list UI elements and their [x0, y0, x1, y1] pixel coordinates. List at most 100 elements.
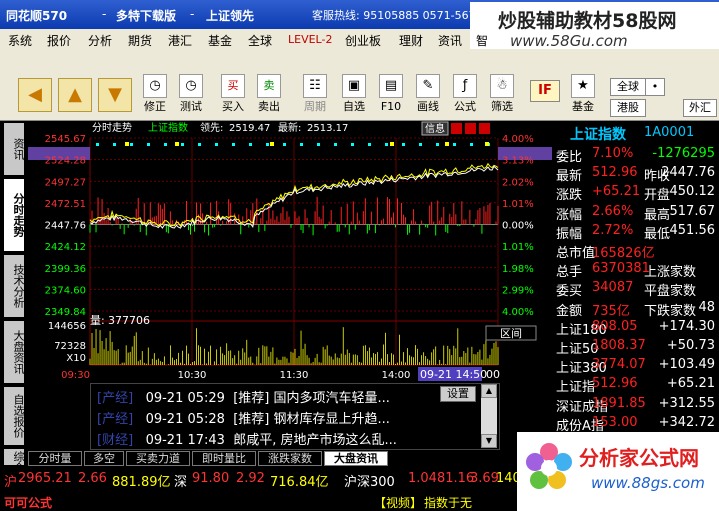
- quote-row: 金额 735亿 下跌家数 48: [552, 299, 719, 319]
- restore-icon[interactable]: [479, 123, 490, 134]
- test-button[interactable]: ◷ 测试: [174, 74, 208, 114]
- ticker-sh: 沪: [4, 475, 18, 490]
- ticker-sz-amt: 716.84亿: [270, 475, 329, 490]
- volume-value: 377706: [108, 314, 150, 327]
- menu-global[interactable]: 全球: [248, 32, 272, 49]
- quote-key2: 上涨家数: [644, 265, 697, 281]
- back-arrow-icon[interactable]: ◀: [18, 78, 52, 112]
- clock-icon: ◷: [179, 74, 203, 98]
- watermark-top-line2: www.58Gu.com: [510, 32, 628, 50]
- quote-row: 委买 34087 平盘家数: [552, 279, 719, 299]
- sidetab-info[interactable]: 资讯: [4, 123, 25, 175]
- formula-button[interactable]: ƒ 公式: [448, 74, 482, 114]
- tab-buy-sell-power[interactable]: 买卖力道: [126, 451, 190, 466]
- down-arrow-icon[interactable]: ▼: [98, 78, 132, 112]
- ticker-sz-pct: 2.92: [236, 471, 265, 486]
- menu-info[interactable]: 资讯: [438, 32, 462, 49]
- tab-advance-decline[interactable]: 涨跌家数: [258, 451, 322, 466]
- marker-dot: [334, 143, 337, 146]
- filter-button[interactable]: ☃ 筛选: [485, 74, 519, 114]
- tab-market-info[interactable]: 大盘资讯: [324, 451, 388, 466]
- marker-dot: [96, 143, 99, 146]
- price-tick: 2524.28: [45, 156, 86, 167]
- quote-value2: +342.72: [658, 414, 715, 430]
- news-item[interactable]: [产经] 09-21 05:28 [推荐] 钢材库存显上升趋...: [97, 408, 390, 427]
- timeshare-chart[interactable]: 2545.67 2524.28 2497.27 2472.51 2447.76 2424.…: [28, 121, 552, 383]
- title-sep: -: [102, 7, 107, 21]
- menu-hk-fx[interactable]: 港汇: [168, 32, 192, 49]
- status-news[interactable]: 指数于无: [424, 494, 472, 511]
- period-button[interactable]: ☷ 周期: [298, 74, 332, 114]
- correct-button[interactable]: ◷ 修正: [138, 74, 172, 114]
- tab-long-short[interactable]: 多空: [84, 451, 124, 466]
- quote-row: 上证180 808.05 +174.30: [552, 318, 719, 338]
- quote-key: 涨跌: [556, 188, 583, 204]
- menu-gem[interactable]: 创业板: [345, 32, 381, 49]
- title-edition: 多特下载版: [116, 9, 177, 23]
- if-button[interactable]: IF: [530, 80, 560, 102]
- watermark-bottom-line1: 分析家公式网: [579, 446, 699, 470]
- news-panel: [产经] 09-21 05:29 [推荐] 国内多项汽车轻量... [产经] 0…: [90, 383, 500, 450]
- quote-key: 振幅: [556, 226, 583, 242]
- up-arrow-icon[interactable]: ▲: [58, 78, 92, 112]
- forex-button[interactable]: 外汇: [683, 99, 717, 117]
- minus-icon[interactable]: [465, 123, 476, 134]
- quote-value2: +50.73: [666, 338, 715, 353]
- quote-value2: 48: [698, 299, 715, 315]
- news-settings-button[interactable]: 设置: [440, 386, 476, 402]
- sidetab-composite[interactable]: 综合: [4, 449, 25, 473]
- price-tick: 2399.36: [45, 264, 86, 275]
- marker-dot: [317, 143, 320, 146]
- f10-button[interactable]: ▤ F10: [374, 74, 408, 114]
- quote-row: 涨幅 2.66% 最高 517.67: [552, 203, 719, 223]
- quote-row: 上证50 1808.37 +50.73: [552, 337, 719, 357]
- marker-dot: [232, 143, 235, 146]
- marker-dot: [249, 143, 252, 146]
- global-extra-icon[interactable]: •: [645, 78, 665, 96]
- scroll-up-icon[interactable]: ▲: [481, 384, 497, 398]
- menu-fund[interactable]: 基金: [208, 32, 232, 49]
- news-scrollbar[interactable]: ▲ ▼: [481, 384, 497, 448]
- tab-volume[interactable]: 分时量: [28, 451, 82, 466]
- volume-tick: 72328: [54, 341, 86, 352]
- pct-tick: 1.01%: [502, 242, 534, 253]
- buy-button[interactable]: 买买入: [216, 74, 250, 114]
- menu-quote[interactable]: 报价: [47, 32, 71, 49]
- sidetab-timeshare[interactable]: 分时走势: [4, 179, 25, 251]
- plus-icon[interactable]: [451, 123, 462, 134]
- quote-row: 上证380 3774.07 +103.49: [552, 356, 719, 376]
- marker-dot: [368, 143, 371, 146]
- news-item[interactable]: [财经] 09-21 17:43 郎咸平, 房地产市场这么乱...: [97, 429, 397, 448]
- ticker-hs300-price: 1.0481.16: [408, 471, 475, 486]
- indicator-tabs: 分时量 多空 买卖力道 即时量比 涨跌家数 大盘资讯: [28, 450, 552, 467]
- chart-bg: [28, 121, 552, 383]
- sidetab-watch[interactable]: 自选报价: [4, 387, 25, 445]
- menu-futures[interactable]: 期货: [128, 32, 152, 49]
- quote-value: 2.66%: [592, 203, 634, 219]
- quote-value: 808.05: [592, 318, 638, 334]
- menu-analysis[interactable]: 分析: [88, 32, 112, 49]
- watchlist-button[interactable]: ▣ 自选: [337, 74, 371, 114]
- time-tick: 09:30: [61, 370, 90, 381]
- status-video[interactable]: 【视频】: [374, 494, 422, 511]
- sell-button[interactable]: 卖卖出: [252, 74, 286, 114]
- tab-volume-ratio[interactable]: 即时量比: [192, 451, 256, 466]
- news-item[interactable]: [产经] 09-21 05:29 [推荐] 国内多项汽车轻量...: [97, 387, 390, 406]
- sidetab-tech[interactable]: 技术分析: [4, 255, 25, 317]
- global-button[interactable]: 全球: [610, 78, 646, 96]
- quote-row: 委比 7.10% -1276295: [552, 145, 719, 165]
- sidetab-market[interactable]: 大盘资讯: [4, 321, 25, 383]
- price-tick: 2545.67: [45, 134, 86, 145]
- menu-system[interactable]: 系统: [8, 32, 32, 49]
- marker-dot: [385, 143, 388, 146]
- menu-level2[interactable]: LEVEL-2: [288, 33, 332, 46]
- marker-dot: [113, 143, 116, 146]
- menu-finance[interactable]: 理财: [399, 32, 423, 49]
- marker-dot: [164, 143, 167, 146]
- scroll-down-icon[interactable]: ▼: [481, 434, 497, 448]
- fund-button[interactable]: ★ 基金: [566, 74, 600, 114]
- marker-dot: [351, 143, 354, 146]
- hk-stock-button[interactable]: 港股: [610, 99, 646, 117]
- menu-smart[interactable]: 智: [476, 32, 488, 49]
- draw-line-button[interactable]: ✎ 画线: [411, 74, 445, 114]
